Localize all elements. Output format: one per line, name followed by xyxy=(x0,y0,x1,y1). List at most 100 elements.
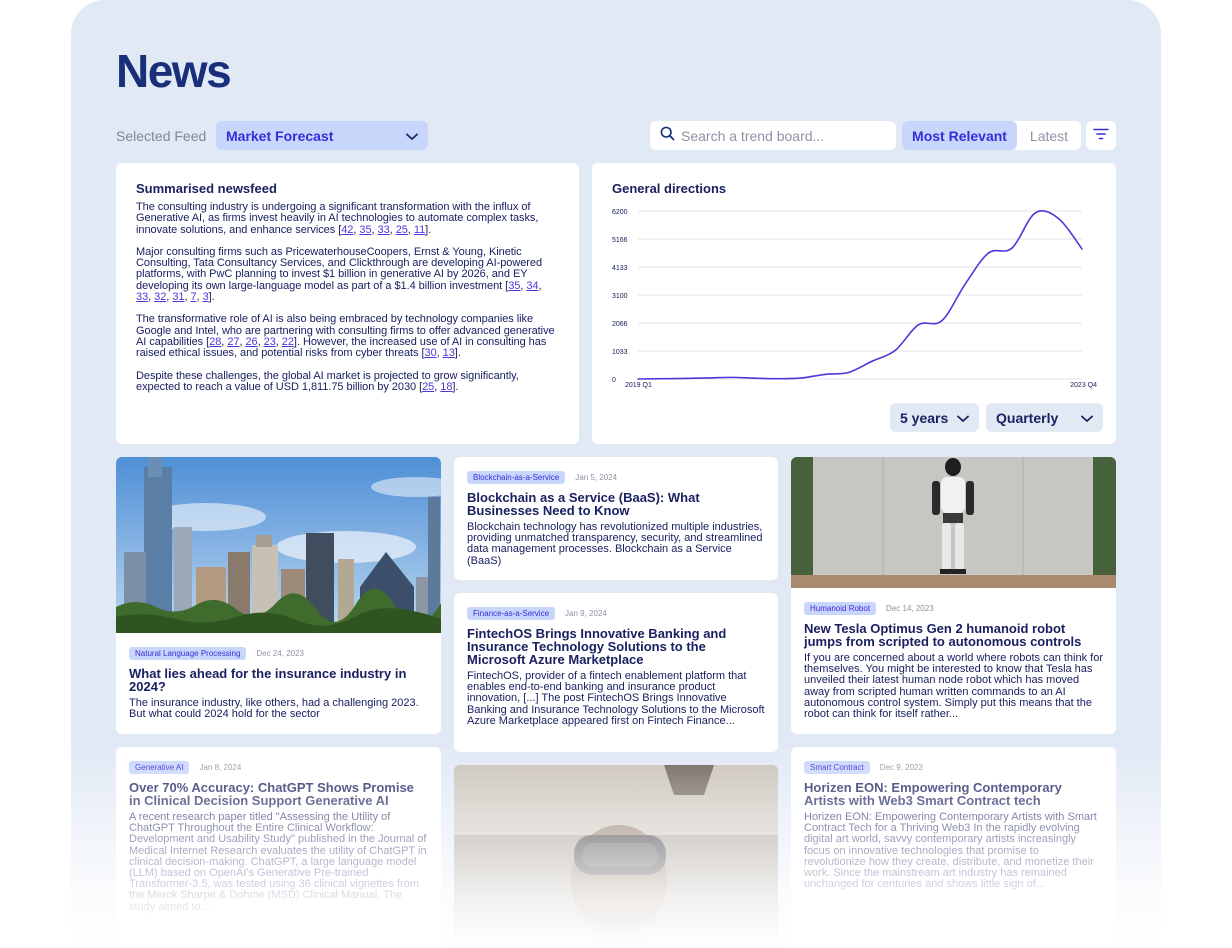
article-date: Dec 24, 2023 xyxy=(256,649,304,658)
news-card[interactable] xyxy=(454,765,778,948)
citation-link[interactable]: 22 xyxy=(282,336,294,348)
citation-link[interactable]: 11 xyxy=(414,224,425,236)
article-excerpt: FintechOS, provider of a fintech enablem… xyxy=(467,670,765,727)
article-title[interactable]: New Tesla Optimus Gen 2 humanoid robot j… xyxy=(804,622,1103,648)
y-tick-label: 0 xyxy=(612,377,616,384)
news-card[interactable]: Natural Language Processing Dec 24, 2023 … xyxy=(116,457,441,734)
data-point xyxy=(683,377,686,380)
article-excerpt: A recent research paper titled "Assessin… xyxy=(129,811,427,913)
y-tick-label: 6200 xyxy=(612,209,628,216)
city-skyline-image xyxy=(116,457,441,633)
summary-heading: Summarised newsfeed xyxy=(136,181,277,196)
page-title: News xyxy=(116,45,232,97)
line-chart: 0 1033 2066 3100 4133 5166 6200 2019 Q1 2023 Q4 xyxy=(612,209,1097,389)
news-card[interactable]: Blockchain-as-a-Service Jan 5, 2024 Block… xyxy=(454,457,778,580)
range-dropdown[interactable]: 5 years xyxy=(890,403,979,432)
article-tag[interactable]: Smart Contract xyxy=(804,761,870,774)
citation-link[interactable]: 25 xyxy=(396,224,408,236)
sort-toggle: Most Relevant Latest xyxy=(902,121,1081,150)
news-card[interactable]: Smart Contract Dec 9, 2023 Horizen EON: E… xyxy=(791,747,1116,948)
news-card[interactable]: Humanoid Robot Dec 14, 2023 New Tesla Opt… xyxy=(791,457,1116,734)
citation-link[interactable]: 33 xyxy=(136,291,148,303)
summary-paragraph: The transformative role of AI is also be… xyxy=(136,313,555,360)
summary-paragraph: Despite these challenges, the global AI … xyxy=(136,369,519,393)
y-tick-label: 3100 xyxy=(612,293,628,300)
citation-link[interactable]: 25 xyxy=(422,381,434,393)
article-tag[interactable]: Blockchain-as-a-Service xyxy=(467,471,566,484)
data-point xyxy=(847,371,850,374)
article-date: Dec 14, 2023 xyxy=(886,604,934,613)
article-tag[interactable]: Humanoid Robot xyxy=(804,602,877,615)
article-excerpt: The insurance industry, like others, had… xyxy=(129,697,419,721)
article-date: Jan 5, 2024 xyxy=(575,473,618,482)
citation-link[interactable]: 35 xyxy=(359,224,371,236)
data-point xyxy=(1034,212,1037,214)
sort-latest-button[interactable]: Latest xyxy=(1017,121,1081,150)
feed-dropdown[interactable]: Market Forecast xyxy=(216,121,428,150)
article-excerpt: Horizen EON: Empowering Contemporary Art… xyxy=(804,811,1097,891)
data-point xyxy=(660,377,663,380)
citation-link[interactable]: 32 xyxy=(154,291,166,303)
data-point xyxy=(940,319,943,322)
data-point xyxy=(1011,247,1013,249)
article-tag[interactable]: Natural Language Processing xyxy=(129,647,247,660)
citation-link[interactable]: 30 xyxy=(425,347,437,359)
article-title[interactable]: What lies ahead for the insurance indust… xyxy=(129,667,428,693)
article-title[interactable]: Over 70% Accuracy: ChatGPT Shows Promise… xyxy=(129,781,428,807)
y-tick-label: 2066 xyxy=(612,321,628,328)
y-tick-label: 1033 xyxy=(612,349,628,356)
citation-link[interactable]: 23 xyxy=(264,336,276,348)
citation-link[interactable]: 27 xyxy=(227,336,239,348)
chart-card: General directions 0 1033 2066 3100 4133 5166… xyxy=(592,163,1116,444)
summary-paragraph: The consulting industry is undergoing a … xyxy=(136,201,539,236)
citation-link[interactable]: 28 xyxy=(209,336,221,348)
data-point xyxy=(1057,217,1060,220)
data-point xyxy=(1081,248,1083,250)
citation-link[interactable]: 18 xyxy=(440,381,452,393)
article-title[interactable]: Horizen EON: Empowering Contemporary Art… xyxy=(804,781,1103,807)
news-card[interactable]: Finance-as-a-Service Jan 9, 2024 FintechO… xyxy=(454,593,778,752)
range-dropdown-value: 5 years xyxy=(900,409,949,426)
citation-link[interactable]: 35 xyxy=(508,280,520,292)
chevron-down-icon xyxy=(406,128,418,144)
vr-headset-image xyxy=(454,765,778,948)
news-card[interactable]: Generative AI Jan 8, 2024 Over 70% Accura… xyxy=(116,747,441,948)
data-point xyxy=(917,324,920,326)
data-point xyxy=(777,377,780,380)
y-tick-label: 5166 xyxy=(612,237,628,244)
article-date: Jan 9, 2024 xyxy=(565,609,607,618)
interval-dropdown[interactable]: Quarterly xyxy=(986,403,1103,432)
article-date: Dec 9, 2023 xyxy=(879,763,923,772)
citation-link[interactable]: 33 xyxy=(378,224,390,236)
citation-link[interactable]: 7 xyxy=(190,291,196,303)
citation-link[interactable]: 26 xyxy=(245,336,257,348)
article-tag[interactable]: Generative AI xyxy=(129,761,190,774)
summary-body: The consulting industry is undergoing a … xyxy=(136,201,559,393)
citation-link[interactable]: 31 xyxy=(172,291,184,303)
x-tick-label: 2019 Q1 xyxy=(625,382,652,389)
citation-link[interactable]: 3 xyxy=(203,291,209,303)
data-point xyxy=(824,373,826,376)
sort-most-relevant-button[interactable]: Most Relevant xyxy=(902,121,1017,150)
feed-dropdown-value: Market Forecast xyxy=(226,127,334,144)
citation-link[interactable]: 13 xyxy=(443,347,455,359)
summary-paragraph: Major consulting firms such as Pricewate… xyxy=(136,245,543,304)
filter-icon xyxy=(1093,127,1109,145)
article-tag[interactable]: Finance-as-a-Service xyxy=(467,607,556,620)
data-point xyxy=(730,376,733,379)
search-icon xyxy=(660,126,675,146)
article-title[interactable]: FintechOS Brings Innovative Banking and … xyxy=(467,627,765,666)
y-tick-label: 4133 xyxy=(612,265,628,272)
citation-link[interactable]: 42 xyxy=(341,224,353,236)
article-excerpt: If you are concerned about a world where… xyxy=(804,652,1104,721)
interval-dropdown-value: Quarterly xyxy=(996,409,1059,426)
chevron-down-icon xyxy=(1081,410,1093,426)
filter-button[interactable] xyxy=(1086,121,1116,150)
summary-card: Summarised newsfeed The consulting indus… xyxy=(116,163,579,444)
citation-link[interactable]: 34 xyxy=(526,280,538,292)
search-input[interactable] xyxy=(681,127,881,144)
data-point xyxy=(754,377,756,379)
data-point xyxy=(800,377,803,379)
article-title[interactable]: Blockchain as a Service (BaaS): What Bus… xyxy=(467,491,765,517)
search-box[interactable] xyxy=(650,121,896,150)
